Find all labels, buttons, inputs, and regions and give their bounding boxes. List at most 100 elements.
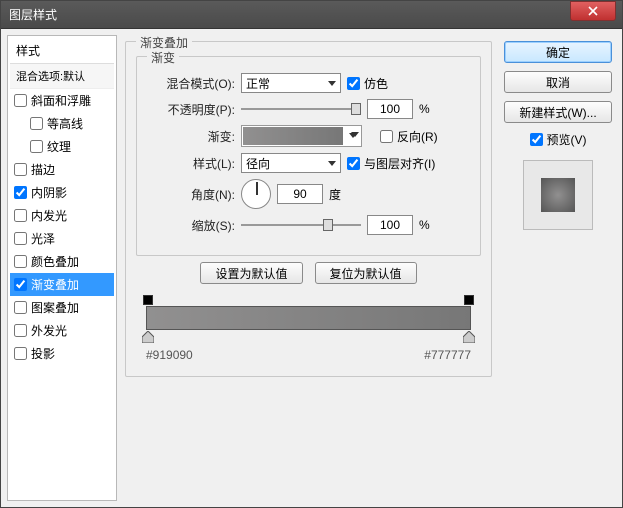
dither-checkbox[interactable]: 仿色 (347, 75, 388, 92)
titlebar: 图层样式 (1, 1, 622, 29)
angle-needle (256, 182, 258, 195)
scale-label: 缩放(S): (147, 217, 235, 234)
new-style-button[interactable]: 新建样式(W)... (504, 101, 612, 123)
gradient-stop-labels: #919090 #777777 (146, 348, 471, 362)
style-checkbox[interactable] (14, 94, 27, 107)
style-label: 样式(L): (147, 155, 235, 172)
reverse-input[interactable] (380, 130, 393, 143)
scale-input[interactable] (367, 215, 413, 235)
gradient-row: 渐变: 反向(R) (147, 125, 470, 147)
style-item-10[interactable]: 外发光 (10, 319, 114, 342)
close-icon (588, 6, 598, 16)
gradient-label: 渐变: (147, 128, 235, 145)
style-checkbox[interactable] (14, 347, 27, 360)
slider-thumb[interactable] (323, 219, 333, 231)
style-checkbox[interactable] (30, 117, 43, 130)
stop-icon (142, 331, 154, 343)
settings-panel: 渐变叠加 渐变 混合模式(O): 正常 仿色 不透明 (121, 35, 496, 501)
percent-label: % (419, 218, 430, 232)
style-item-11[interactable]: 投影 (10, 342, 114, 365)
style-label: 斜面和浮雕 (31, 92, 91, 109)
style-checkbox[interactable] (14, 301, 27, 314)
percent-label: % (419, 102, 430, 116)
style-label: 渐变叠加 (31, 276, 79, 293)
window-buttons (570, 1, 622, 28)
styles-panel: 样式 混合选项:默认 斜面和浮雕等高线纹理描边内阴影内发光光泽颜色叠加渐变叠加图… (7, 35, 117, 501)
style-checkbox[interactable] (14, 324, 27, 337)
gradient-swatch (243, 127, 343, 145)
style-checkbox[interactable] (14, 255, 27, 268)
style-label: 图案叠加 (31, 299, 79, 316)
style-label: 内阴影 (31, 184, 67, 201)
gradient-bar[interactable] (146, 306, 471, 330)
align-input[interactable] (347, 157, 360, 170)
opacity-slider[interactable] (241, 101, 361, 117)
style-item-0[interactable]: 斜面和浮雕 (10, 89, 114, 112)
blend-mode-row: 混合模式(O): 正常 仿色 (147, 73, 470, 93)
style-label: 外发光 (31, 322, 67, 339)
dither-input[interactable] (347, 77, 360, 90)
opacity-stop-left[interactable] (143, 295, 153, 305)
angle-input[interactable] (277, 184, 323, 204)
style-checkbox[interactable] (14, 278, 27, 291)
style-item-4[interactable]: 内阴影 (10, 181, 114, 204)
style-value: 径向 (246, 155, 270, 172)
slider-track (241, 108, 361, 110)
scale-row: 缩放(S): % (147, 215, 470, 235)
inner-legend: 渐变 (147, 49, 179, 66)
style-label: 投影 (31, 345, 55, 362)
style-checkbox[interactable] (14, 209, 27, 222)
style-label: 纹理 (47, 138, 71, 155)
action-panel: 确定 取消 新建样式(W)... 预览(V) (500, 35, 616, 501)
cancel-button[interactable]: 取消 (504, 71, 612, 93)
layer-style-dialog: 图层样式 样式 混合选项:默认 斜面和浮雕等高线纹理描边内阴影内发光光泽颜色叠加… (0, 0, 623, 508)
blend-mode-select[interactable]: 正常 (241, 73, 341, 93)
style-item-2[interactable]: 纹理 (10, 135, 114, 158)
angle-label: 角度(N): (147, 186, 235, 203)
style-label: 描边 (31, 161, 55, 178)
align-checkbox[interactable]: 与图层对齐(I) (347, 155, 435, 172)
style-checkbox[interactable] (30, 140, 43, 153)
style-checkbox[interactable] (14, 186, 27, 199)
styles-header: 样式 (10, 38, 114, 64)
style-label: 内发光 (31, 207, 67, 224)
gradient-picker[interactable] (241, 125, 362, 147)
color-stop-left[interactable] (142, 331, 154, 343)
style-item-8[interactable]: 渐变叠加 (10, 273, 114, 296)
style-item-9[interactable]: 图案叠加 (10, 296, 114, 319)
ok-button[interactable]: 确定 (504, 41, 612, 63)
style-checkbox[interactable] (14, 163, 27, 176)
preview-checkbox[interactable]: 预览(V) (504, 131, 612, 148)
color-stop-right[interactable] (463, 331, 475, 343)
angle-dial[interactable] (241, 179, 271, 209)
slider-thumb[interactable] (351, 103, 361, 115)
reset-default-button[interactable]: 复位为默认值 (315, 262, 417, 284)
style-list: 斜面和浮雕等高线纹理描边内阴影内发光光泽颜色叠加渐变叠加图案叠加外发光投影 (10, 89, 114, 365)
dither-label: 仿色 (364, 75, 388, 92)
gradient-overlay-group: 渐变叠加 渐变 混合模式(O): 正常 仿色 不透明 (125, 41, 492, 377)
scale-slider[interactable] (241, 217, 361, 233)
style-item-3[interactable]: 描边 (10, 158, 114, 181)
reverse-label: 反向(R) (397, 128, 438, 145)
opacity-input[interactable] (367, 99, 413, 119)
reverse-checkbox[interactable]: 反向(R) (380, 128, 438, 145)
preview-input[interactable] (530, 133, 543, 146)
make-default-button[interactable]: 设置为默认值 (200, 262, 302, 284)
gradient-inner-group: 渐变 混合模式(O): 正常 仿色 不透明度(P): (136, 56, 481, 256)
degree-label: 度 (329, 186, 341, 203)
style-item-6[interactable]: 光泽 (10, 227, 114, 250)
style-item-1[interactable]: 等高线 (10, 112, 114, 135)
style-select[interactable]: 径向 (241, 153, 341, 173)
opacity-stop-right[interactable] (464, 295, 474, 305)
preview-label: 预览(V) (547, 131, 587, 148)
style-row: 样式(L): 径向 与图层对齐(I) (147, 153, 470, 173)
style-item-7[interactable]: 颜色叠加 (10, 250, 114, 273)
blend-mode-label: 混合模式(O): (147, 75, 235, 92)
window-title: 图层样式 (9, 6, 57, 23)
blend-options-item[interactable]: 混合选项:默认 (10, 64, 114, 89)
stop-right-hex: #777777 (424, 348, 471, 362)
close-button[interactable] (570, 1, 616, 21)
angle-row: 角度(N): 度 (147, 179, 470, 209)
style-checkbox[interactable] (14, 232, 27, 245)
style-item-5[interactable]: 内发光 (10, 204, 114, 227)
